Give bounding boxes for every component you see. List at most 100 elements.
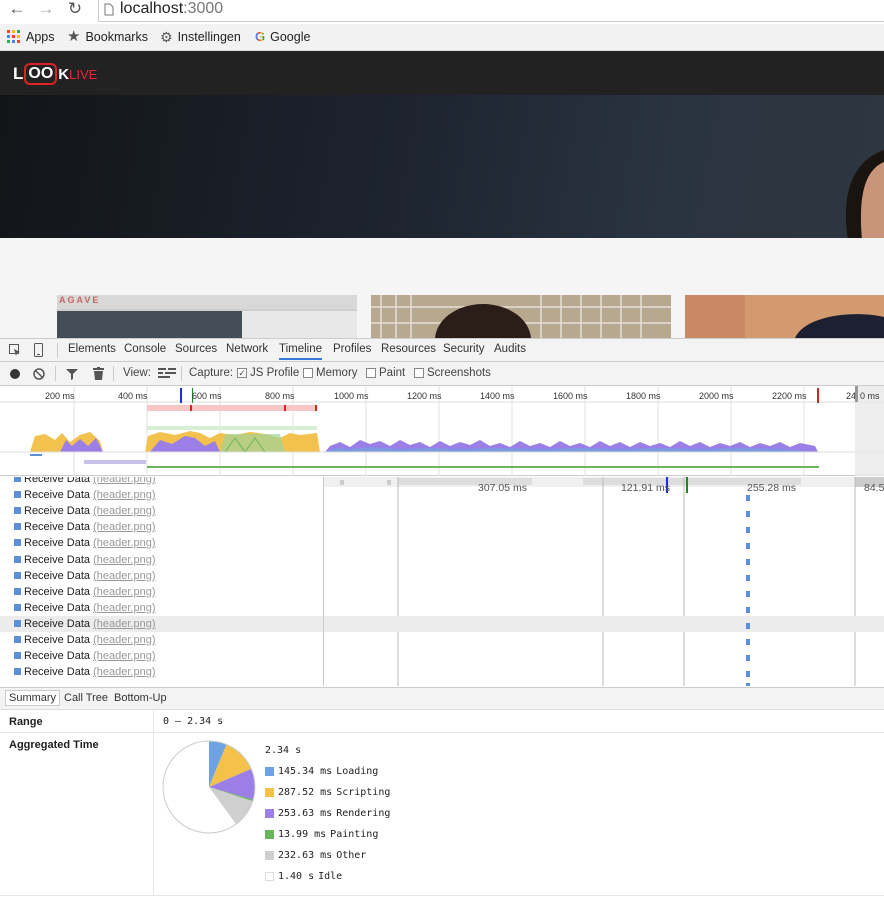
event-text: Receive Data (header.png) <box>24 503 156 519</box>
legend-swatch <box>265 830 274 839</box>
checkbox-unchecked[interactable] <box>366 368 376 378</box>
legend-name: Scripting <box>336 787 391 798</box>
bookmark-google[interactable]: G Google <box>255 27 310 47</box>
event-file-link[interactable]: (header.png) <box>93 650 155 662</box>
event-row[interactable]: Receive Data (header.png) <box>0 584 323 600</box>
event-file-link[interactable]: (header.png) <box>93 586 155 598</box>
tab-summary[interactable]: Summary <box>5 690 61 706</box>
bookmarks-bar: Apps ★ Bookmarks ⚙ Instellingen G Google <box>0 24 884 51</box>
event-text: Receive Data (header.png) <box>24 568 156 584</box>
checkbox-unchecked[interactable] <box>414 368 424 378</box>
thumbnail-1[interactable]: AGAVE <box>57 295 357 338</box>
url-text[interactable]: localhost:3000 <box>120 0 223 18</box>
event-text: Receive Data (header.png) <box>24 487 156 503</box>
tab-timeline[interactable]: Timeline <box>279 343 323 360</box>
tab-security[interactable]: Security <box>443 343 485 355</box>
event-file-link[interactable]: (header.png) <box>93 489 155 501</box>
legend-row-rendering: 253.63 ms Rendering <box>265 808 390 819</box>
event-row[interactable]: Receive Data (header.png) <box>0 552 323 568</box>
screenshots-checkbox[interactable]: Screenshots <box>414 367 491 379</box>
event-file-link[interactable]: (header.png) <box>93 602 155 614</box>
event-row[interactable]: Receive Data (header.png) <box>0 487 323 503</box>
logo-oo: OO <box>24 63 58 85</box>
event-file-link[interactable]: (header.png) <box>93 505 155 517</box>
event-row[interactable]: Receive Data (header.png) <box>0 519 323 535</box>
checkbox-unchecked[interactable] <box>303 368 313 378</box>
inspect-element-icon[interactable] <box>9 344 21 356</box>
event-color-icon <box>14 571 21 579</box>
ruler-tick: 600 ms <box>192 391 222 401</box>
thumbnail-2[interactable] <box>371 295 671 338</box>
arrow-left-icon[interactable]: ← <box>7 0 27 20</box>
overview-window-handle[interactable] <box>855 386 858 402</box>
device-mode-icon[interactable] <box>34 343 43 357</box>
js-profile-checkbox[interactable]: ✓ JS Profile <box>237 367 299 379</box>
event-file-link[interactable]: (header.png) <box>93 521 155 533</box>
event-row[interactable]: Receive Data (header.png) <box>0 535 323 551</box>
timeline-overview[interactable]: 200 ms 400 ms 600 ms 800 ms 1000 ms 1200… <box>0 386 884 476</box>
tab-network[interactable]: Network <box>226 343 268 355</box>
clear-icon[interactable] <box>33 368 45 380</box>
browser-toolbar: ← → ↻ localhost:3000 <box>0 0 884 24</box>
thumbnail-3[interactable] <box>685 295 884 338</box>
event-file-link[interactable]: (header.png) <box>93 537 155 549</box>
paint-checkbox[interactable]: Paint <box>366 367 405 379</box>
legend-swatch <box>265 809 274 818</box>
event-row[interactable]: Receive Data (header.png) <box>0 568 323 584</box>
event-color-icon <box>14 636 21 643</box>
trash-icon[interactable] <box>93 367 104 380</box>
event-row[interactable]: Receive Data (header.png) <box>0 615 323 632</box>
logo-letter-l: L <box>13 64 24 83</box>
bookmark-instellingen[interactable]: ⚙ Instellingen <box>160 27 241 47</box>
site-logo[interactable]: L OO K LIVE <box>13 60 97 88</box>
timeline-toolbar: View: Capture: ✓ JS Profile Memory Paint… <box>0 362 884 386</box>
tab-audits[interactable]: Audits <box>494 343 526 355</box>
thumbnail-sign-text: AGAVE <box>59 295 101 305</box>
ruler-tick: 1600 ms <box>553 391 588 401</box>
memory-label: Memory <box>316 367 358 379</box>
event-file-link[interactable]: (header.png) <box>93 570 155 582</box>
tab-call-tree[interactable]: Call Tree <box>61 691 111 705</box>
tab-console[interactable]: Console <box>124 343 166 355</box>
event-row[interactable]: Receive Data (header.png) <box>0 632 323 648</box>
bookmark-apps[interactable]: Apps <box>7 27 55 47</box>
event-file-link[interactable]: (header.png) <box>93 618 155 630</box>
tab-profiles[interactable]: Profiles <box>333 343 371 355</box>
event-color-icon <box>14 619 21 627</box>
tab-elements[interactable]: Elements <box>68 343 116 355</box>
hero-banner <box>0 95 884 240</box>
event-row[interactable]: Receive Data (header.png) <box>0 477 323 487</box>
event-row[interactable]: Receive Data (header.png) <box>0 600 323 616</box>
checkbox-checked[interactable]: ✓ <box>237 368 247 378</box>
record-icon[interactable] <box>10 369 20 379</box>
tab-bottom-up[interactable]: Bottom-Up <box>111 691 170 705</box>
event-name: Receive Data <box>24 585 91 598</box>
screenshots-label: Screenshots <box>427 367 491 379</box>
event-row[interactable]: Receive Data (header.png) <box>0 664 323 680</box>
event-row[interactable]: Receive Data (header.png) <box>0 648 323 664</box>
event-file-link[interactable]: (header.png) <box>93 477 155 485</box>
bookmark-bookmarks-label: Bookmarks <box>85 30 148 44</box>
flamechart-view-icon[interactable] <box>157 368 176 378</box>
event-file-link[interactable]: (header.png) <box>93 666 155 678</box>
js-profile-label: JS Profile <box>250 367 300 379</box>
reload-icon[interactable]: ↻ <box>65 0 85 20</box>
gear-icon: ⚙ <box>160 29 173 45</box>
filter-icon[interactable] <box>66 368 78 380</box>
paint-label: Paint <box>379 367 406 379</box>
event-file-link[interactable]: (header.png) <box>93 634 155 646</box>
event-list[interactable]: Receive Data (header.png) Receive Data (h… <box>0 477 324 686</box>
legend-value: 253.63 ms <box>278 808 333 819</box>
memory-checkbox[interactable]: Memory <box>303 367 358 379</box>
tab-sources[interactable]: Sources <box>175 343 217 355</box>
legend-value: 287.52 ms <box>278 787 333 798</box>
bookmark-bookmarks[interactable]: ★ Bookmarks <box>67 27 148 47</box>
tab-resources[interactable]: Resources <box>381 343 436 355</box>
duration-label: 121.91 ms <box>621 482 671 494</box>
legend-row-scripting: 287.52 ms Scripting <box>265 787 390 798</box>
event-name: Receive Data <box>24 601 91 614</box>
arrow-right-icon[interactable]: → <box>36 0 56 20</box>
event-row[interactable]: Receive Data (header.png) <box>0 503 323 519</box>
event-file-link[interactable]: (header.png) <box>93 554 155 566</box>
ruler-tick: 1200 ms <box>407 391 442 401</box>
